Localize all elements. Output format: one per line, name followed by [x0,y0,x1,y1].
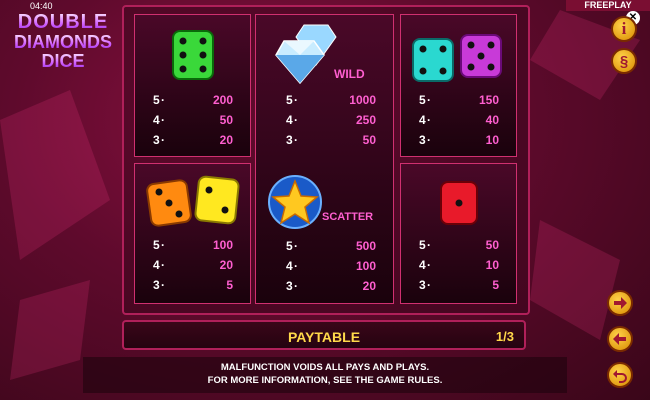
pay-count: 4 [153,258,160,272]
pay-value: 100 [355,259,376,273]
arrow-left-icon [613,333,626,345]
clock: 04:40 [30,1,53,11]
pay-count: 5 [153,93,160,107]
pay-count: 4 [419,113,426,127]
pay-value: 200 [212,93,233,107]
return-button[interactable] [607,362,633,388]
pay-count: 3 [286,279,293,293]
pay-value: 50 [485,238,499,252]
symbol-card-cyan-purple-dice: 5 · 150 4 · 40 3 · 10 [400,14,517,157]
pay-value: 10 [485,133,499,147]
info-icon: i [621,19,627,38]
pay-count: 4 [286,113,293,127]
pay-count: 5 [286,239,293,253]
pay-value: 1000 [349,93,376,107]
green-dice-icon [172,30,214,80]
wild-label: WILD [334,67,365,81]
pay-value: 150 [478,93,499,107]
arrow-right-icon [614,297,627,309]
pay-count: 5 [153,238,160,252]
orange-yellow-dice-icon [146,175,240,227]
symbol-card-orange-yellow-dice: 5 · 100 4 · 20 3 · 5 [134,163,251,304]
prev-page-button[interactable] [607,326,633,352]
red-dice-icon [440,181,478,225]
page-indicator: 1/3 [495,329,514,344]
game-logo: DOUBLE DIAMONDS DICE [8,12,118,70]
pay-count: 5 [419,93,426,107]
pay-value: 500 [355,239,376,253]
scatter-label: SCATTER [322,211,374,223]
disclaimer: MALFUNCTION VOIDS ALL PAYS AND PLAYS. FO… [83,357,567,393]
pay-list: 5 · 200 4 · 50 3 · 20 [153,93,233,147]
pay-count: 3 [153,133,160,147]
pay-value: 5 [492,278,499,292]
pay-value: 20 [219,133,233,147]
pay-list: 5 · 500 4 · 100 3 · 20 [286,239,376,293]
pay-value: 100 [212,238,233,252]
cyan-purple-dice-icon [412,34,502,82]
paytable-title: PAYTABLE [287,329,361,345]
pay-count: 4 [153,113,160,127]
freeplay-badge: FREEPLAY [566,0,650,11]
next-page-button[interactable] [607,290,633,316]
pay-value: 20 [362,279,376,293]
pay-list: 5 · 1000 4 · 250 3 · 50 [286,93,376,147]
pay-value: 250 [355,113,376,127]
info-button[interactable]: i [611,16,637,42]
pay-count: 4 [286,259,293,273]
disclaimer-line-2: FOR MORE INFORMATION, SEE THE GAME RULES… [207,375,443,386]
disclaimer-line-1: MALFUNCTION VOIDS ALL PAYS AND PLAYS. [220,362,430,373]
logo-line-1: DOUBLE [8,12,118,32]
pay-value: 40 [485,113,499,127]
pay-list: 5 · 100 4 · 20 3 · 5 [153,238,233,292]
paytable-bar: PAYTABLE 1/3 [122,320,526,350]
pay-value: 50 [219,113,233,127]
pay-count: 4 [419,258,426,272]
logo-line-2: DIAMONDS [8,33,118,51]
symbol-card-red-dice: 5 · 50 4 · 10 3 · 5 [400,163,517,304]
pay-value: 20 [219,258,233,272]
pay-value: 5 [226,278,233,292]
pay-count: 3 [419,278,426,292]
pay-count: 3 [153,278,160,292]
return-icon [613,370,627,383]
pay-count: 5 [419,238,426,252]
pay-count: 5 [286,93,293,107]
section-button[interactable]: § [611,48,637,74]
star-icon [268,175,322,229]
pay-list: 5 · 50 4 · 10 3 · 5 [419,238,499,292]
symbol-card-diamond-wild: WILD 5 · 1000 4 · 250 3 · 50 SCATTER 5 · 500 4 · 1… [255,14,394,304]
logo-line-3: DICE [8,52,118,70]
pay-count: 3 [419,133,426,147]
pay-value: 50 [362,133,376,147]
pay-count: 3 [286,133,293,147]
section-icon: § [619,52,629,70]
pay-list: 5 · 150 4 · 40 3 · 10 [419,93,499,147]
symbol-card-green-dice: 5 · 200 4 · 50 3 · 20 [134,14,251,157]
pay-value: 10 [485,258,499,272]
